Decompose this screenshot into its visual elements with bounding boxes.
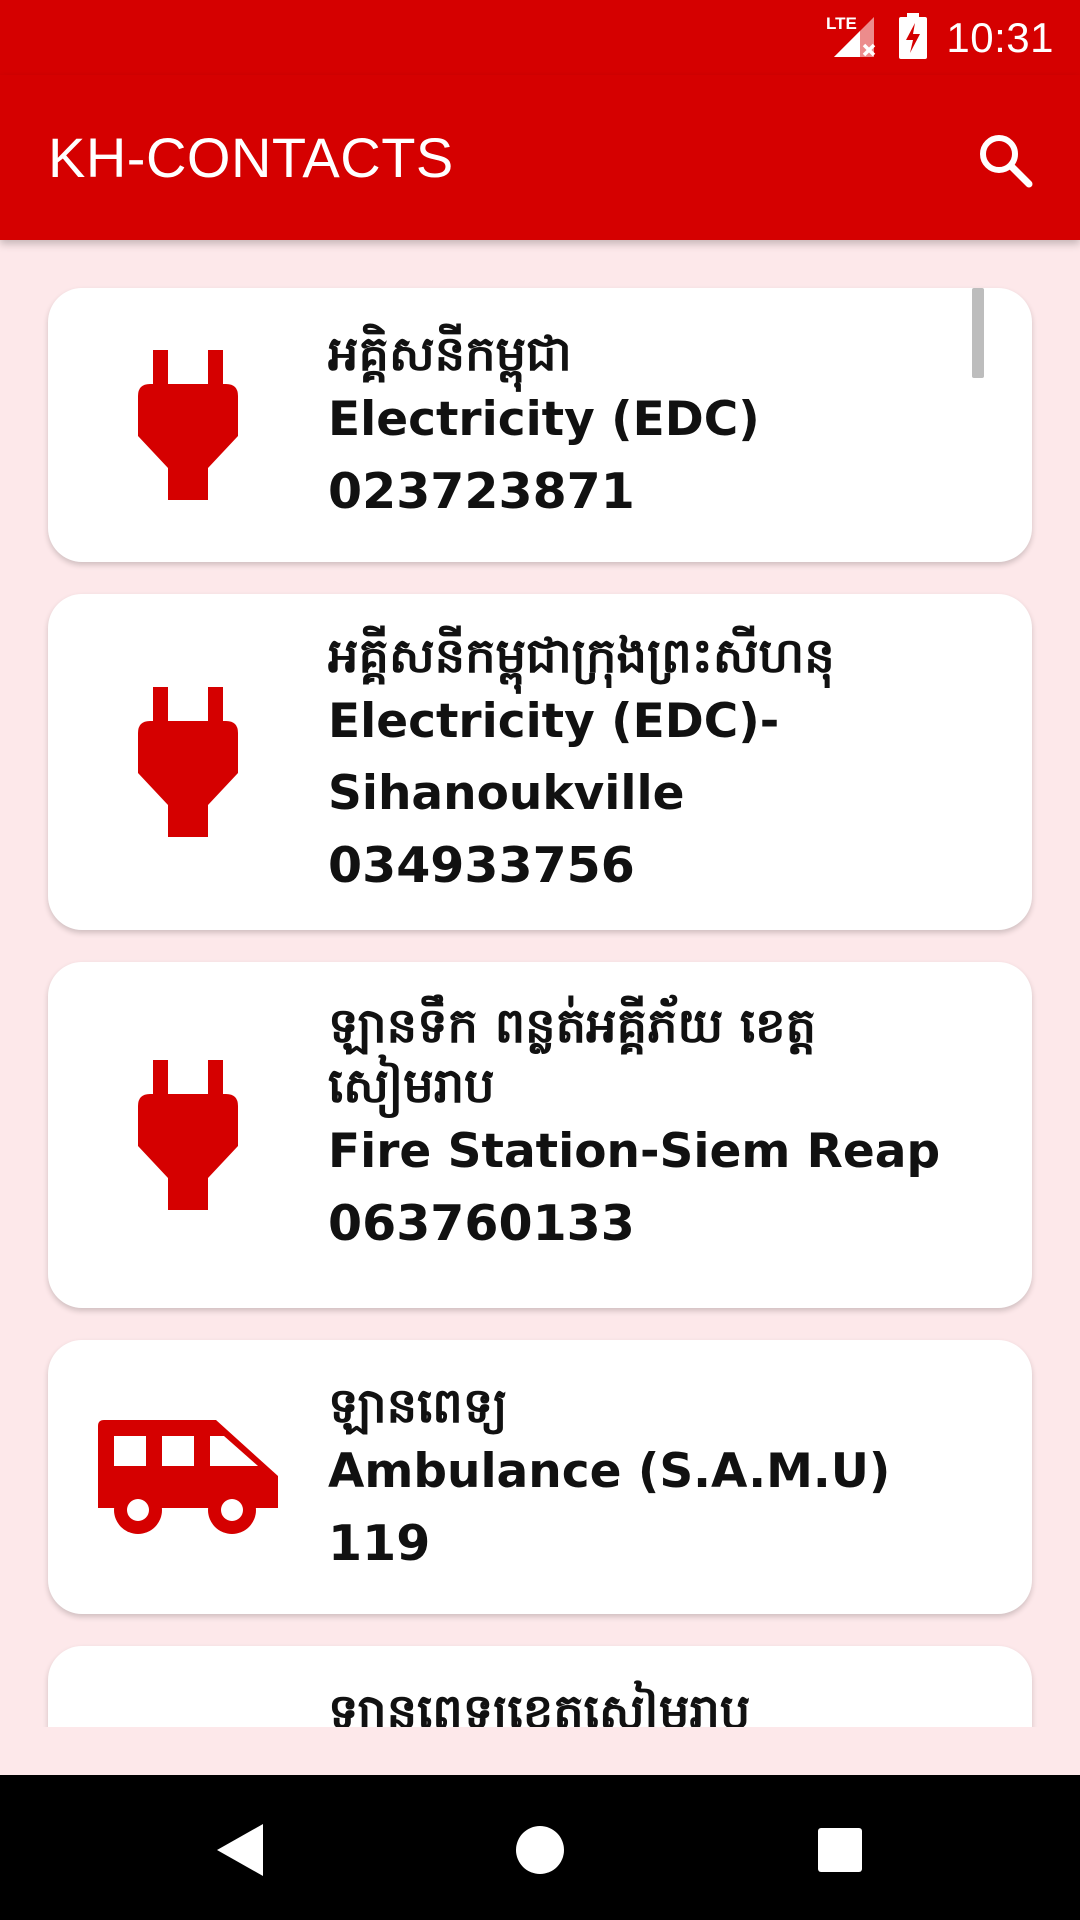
contact-name-khmer: ឡានទឹក ពន្លត់អគ្គីភ័យ ខេត្តសៀមរាប	[328, 998, 817, 1114]
back-button[interactable]	[205, 1815, 275, 1885]
contact-phone: 034933756	[328, 837, 635, 894]
status-time: 10:31	[946, 14, 1054, 61]
contact-name-khmer: ឡានពេទ្យ	[328, 1378, 508, 1434]
app-title: KH-CONTACTS	[48, 126, 454, 189]
recents-icon	[818, 1828, 862, 1872]
contact-text: ឡានទឹក ពន្លត់អគ្គីភ័យ ខេត្តសៀមរាប Fire S…	[328, 996, 992, 1260]
contact-text: ឡានពេទ្យខេត្តសៀមរាប	[328, 1682, 992, 1727]
recents-button[interactable]	[805, 1815, 875, 1885]
app-root: LTE 10:31 KH-CONTACTS អគ្គិសនីកម្ពុជា El…	[0, 0, 1080, 1920]
contact-name-khmer: អគ្គីសនីកម្ពុជាក្រុងព្រះសីហនុ	[328, 628, 835, 684]
back-icon	[217, 1824, 263, 1876]
contact-text: ឡានពេទ្យ Ambulance (S.A.M.U) 119	[328, 1376, 992, 1580]
home-icon	[516, 1826, 564, 1874]
contact-text: អគ្គិសនីកម្ពុជា Electricity (EDC) 023723…	[328, 324, 992, 528]
power-plug-icon	[88, 962, 288, 1308]
battery-charging-icon	[898, 12, 928, 64]
search-icon	[980, 135, 1033, 188]
contact-list[interactable]: អគ្គិសនីកម្ពុជា Electricity (EDC) 023723…	[0, 240, 1080, 1727]
contact-text: អគ្គីសនីកម្ពុជាក្រុងព្រះសីហនុ Electricit…	[328, 626, 992, 902]
lte-signal-icon: LTE	[824, 11, 880, 65]
ambulance-icon	[88, 1340, 288, 1614]
contact-name-english: Fire Station-Siem Reap	[328, 1124, 941, 1179]
contact-name-khmer: ឡានពេទ្យខេត្តសៀមរាប	[328, 1684, 751, 1727]
power-plug-icon	[88, 594, 288, 930]
power-plug-icon	[88, 288, 288, 562]
contact-name-english: Ambulance (S.A.M.U)	[328, 1444, 891, 1499]
scrollbar-thumb[interactable]	[972, 288, 984, 378]
app-bar: KH-CONTACTS	[0, 75, 1080, 240]
contact-phone: 063760133	[328, 1195, 635, 1252]
navigation-bar	[0, 1775, 1080, 1920]
status-bar: LTE 10:31	[0, 0, 1080, 75]
home-button[interactable]	[505, 1815, 575, 1885]
contact-card[interactable]: ឡានពេទ្យខេត្តសៀមរាប	[48, 1646, 1032, 1727]
contact-card[interactable]: អគ្គីសនីកម្ពុជាក្រុងព្រះសីហនុ Electricit…	[48, 594, 1032, 930]
contact-card[interactable]: ឡានទឹក ពន្លត់អគ្គីភ័យ ខេត្តសៀមរាប Fire S…	[48, 962, 1032, 1308]
search-button[interactable]	[970, 125, 1040, 195]
svg-text:LTE: LTE	[826, 14, 857, 33]
contact-card[interactable]: អគ្គិសនីកម្ពុជា Electricity (EDC) 023723…	[48, 288, 1032, 562]
contact-name-english: Electricity (EDC)-Sihanoukville	[328, 694, 780, 821]
contact-phone: 119	[328, 1515, 431, 1572]
contact-name-english: Electricity (EDC)	[328, 392, 760, 447]
status-icons: LTE 10:31	[824, 10, 1054, 66]
contact-name-khmer: អគ្គិសនីកម្ពុជា	[328, 326, 572, 382]
contact-phone: 023723871	[328, 463, 635, 520]
contact-card[interactable]: ឡានពេទ្យ Ambulance (S.A.M.U) 119	[48, 1340, 1032, 1614]
